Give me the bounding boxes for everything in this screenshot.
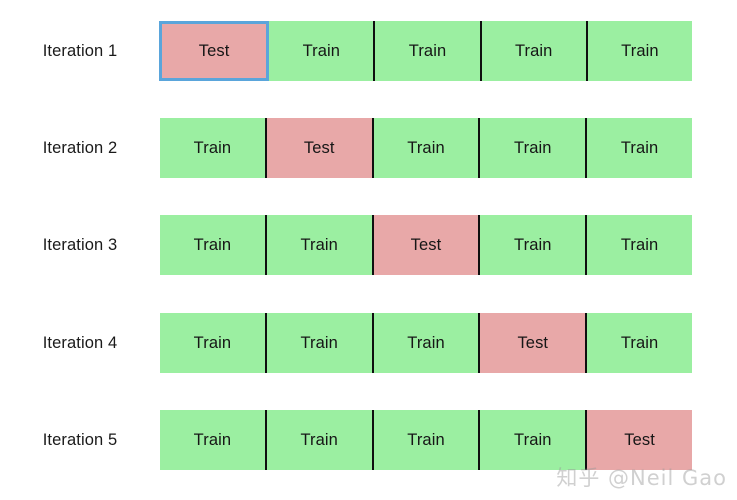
fold-cell-test[interactable]: Test	[480, 313, 588, 373]
fold-bar: Train Train Train Train Test	[160, 410, 692, 470]
fold-cell-train[interactable]: Train	[480, 410, 588, 470]
iteration-label: Iteration 4	[42, 333, 118, 352]
iteration-label: Iteration 2	[42, 138, 118, 157]
fold-cell-train[interactable]: Train	[160, 215, 267, 275]
fold-cell-train[interactable]: Train	[480, 215, 588, 275]
fold-cell-train[interactable]: Train	[587, 215, 692, 275]
iteration-row: Iteration 1 Test Train Train Train Train	[0, 21, 737, 81]
iteration-row: Iteration 5 Train Train Train Train Test	[0, 410, 737, 470]
fold-cell-train[interactable]: Train	[269, 21, 376, 81]
fold-cell-train[interactable]: Train	[587, 118, 692, 178]
fold-cell-train[interactable]: Train	[266, 215, 374, 275]
iteration-label: Iteration 1	[42, 41, 118, 60]
iteration-label: Iteration 5	[42, 430, 118, 449]
fold-cell-train[interactable]: Train	[373, 313, 481, 373]
fold-cell-train[interactable]: Train	[266, 313, 374, 373]
fold-cell-test[interactable]: Test	[373, 215, 481, 275]
fold-cell-train[interactable]: Train	[373, 410, 481, 470]
fold-cell-train[interactable]: Train	[587, 313, 692, 373]
fold-cell-train[interactable]: Train	[481, 21, 588, 81]
fold-bar: Train Train Train Test Train	[160, 313, 692, 373]
fold-cell-train[interactable]: Train	[266, 410, 374, 470]
fold-cell-train[interactable]: Train	[587, 21, 693, 81]
cross-validation-diagram: Iteration 1 Test Train Train Train Train Itera…	[0, 0, 737, 500]
iteration-label: Iteration 3	[42, 235, 118, 254]
iteration-row: Iteration 3 Train Train Test Train Train	[0, 215, 737, 275]
fold-cell-train[interactable]: Train	[480, 118, 588, 178]
fold-cell-test[interactable]: Test	[266, 118, 374, 178]
fold-bar: Test Train Train Train Train	[159, 21, 693, 81]
fold-bar: Train Train Test Train Train	[160, 215, 692, 275]
fold-cell-train[interactable]: Train	[160, 410, 267, 470]
iteration-row: Iteration 4 Train Train Train Test Train	[0, 313, 737, 373]
fold-cell-train[interactable]: Train	[375, 21, 482, 81]
fold-cell-train[interactable]: Train	[373, 118, 481, 178]
iteration-row: Iteration 2 Train Test Train Train Train	[0, 118, 737, 178]
fold-cell-train[interactable]: Train	[160, 313, 267, 373]
fold-cell-train[interactable]: Train	[160, 118, 267, 178]
fold-bar: Train Test Train Train Train	[160, 118, 692, 178]
fold-cell-test[interactable]: Test	[587, 410, 692, 470]
fold-cell-test[interactable]: Test	[159, 21, 270, 81]
